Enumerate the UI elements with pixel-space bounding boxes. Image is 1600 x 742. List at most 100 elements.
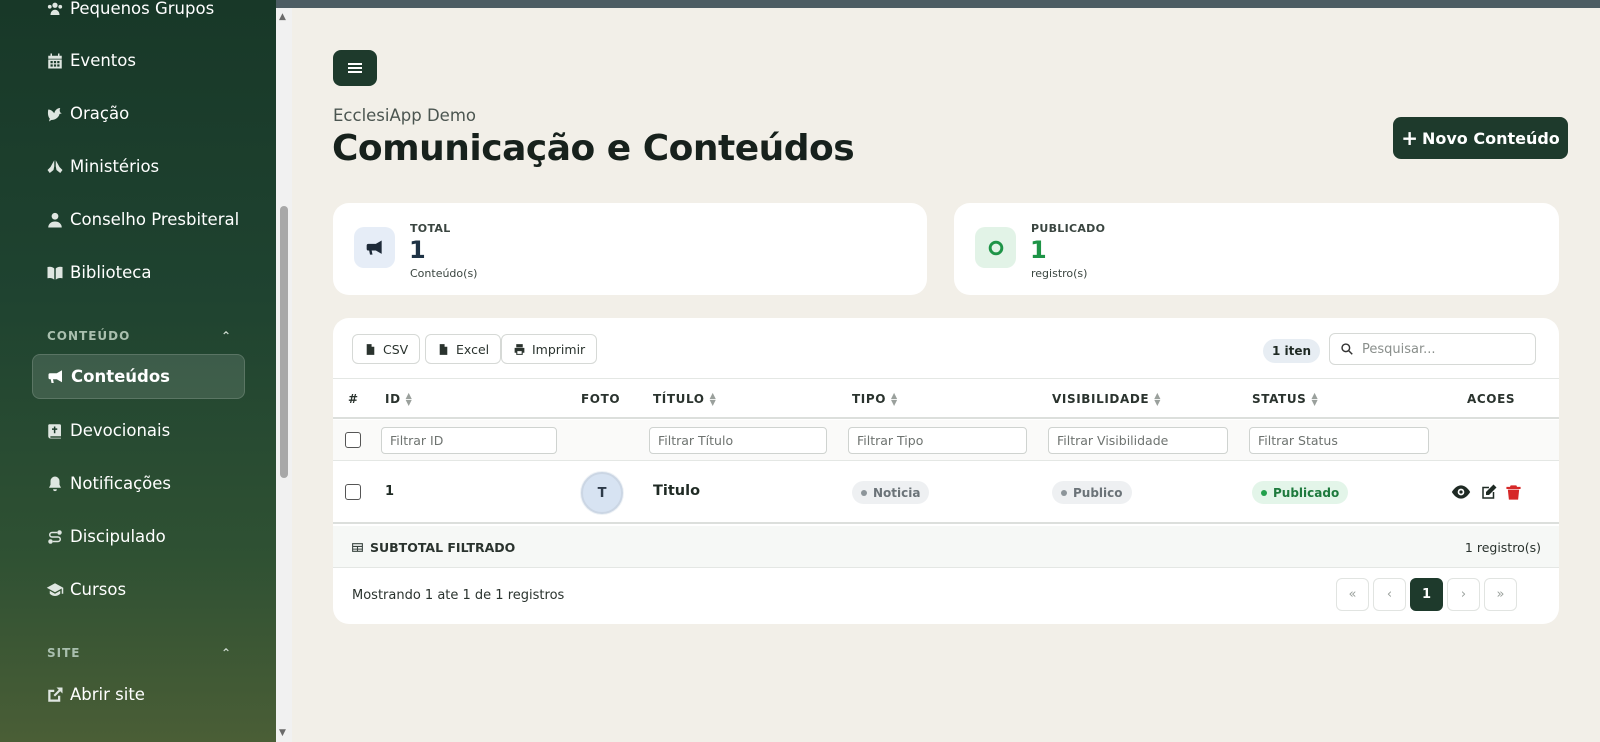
sort-icon: ▲ ▼ [1311,391,1319,407]
filter-tipo-input[interactable] [848,427,1027,454]
sidebar-item-notificacoes[interactable]: Notificações [32,461,245,506]
table-row[interactable]: 1 T Titulo Noticia Publico Publicado [333,462,1559,524]
sidebar-item-label: Discipulado [70,527,166,546]
sidebar-item-label: Notificações [70,474,171,493]
delete-trash-icon[interactable] [1503,482,1523,502]
print-button[interactable]: Imprimir [501,334,598,364]
sort-icon: ▲ ▼ [891,391,898,407]
stat-card-total: TOTAL 1 Conteúdo(s) [333,203,927,295]
column-header-titulo[interactable]: TÍTULO ▲ ▼ [653,392,716,407]
scroll-up-arrow-icon[interactable]: ▲ [279,12,286,22]
select-all-checkbox[interactable] [345,432,361,448]
sidebar-item-discipulado[interactable]: Discipulado [32,514,245,559]
bible-icon [32,420,64,442]
dove-icon [32,103,64,125]
sidebar-item-oracao[interactable]: Oração [32,91,245,136]
main-content: EcclesiApp Demo Comunicação e Conteúdos … [292,8,1600,742]
menu-toggle-button[interactable] [333,50,377,86]
search-input[interactable] [1362,341,1522,357]
sidebar-item-eventos[interactable]: Eventos [32,38,245,83]
stat-sub: registro(s) [1031,267,1088,280]
new-content-button[interactable]: + Novo Conteúdo [1393,117,1568,159]
org-name: EcclesiApp Demo [333,106,476,125]
file-csv-icon [366,343,375,355]
graduation-cap-icon [32,579,64,601]
pagination-next-button[interactable]: › [1447,578,1480,611]
stat-label: TOTAL [410,222,451,235]
sidebar-item-label: Biblioteca [70,263,152,282]
sidebar-item-label: Pequenos Grupos [70,0,215,18]
search-box[interactable] [1329,333,1536,365]
calendar-icon [32,50,64,72]
sidebar-item-label: Ministérios [70,157,160,176]
export-csv-button[interactable]: CSV [352,334,421,364]
column-header-tipo[interactable]: TIPO ▲ ▼ [852,391,898,407]
sidebar-section-site[interactable]: SITE ⌃ [47,646,232,660]
section-label: SITE [47,646,81,660]
hands-praying-icon [32,156,64,178]
view-eye-icon[interactable] [1451,482,1471,502]
sidebar-section-conteudo[interactable]: CONTEÚDO ⌃ [47,329,232,343]
filter-status-input[interactable] [1249,427,1429,454]
sidebar-item-conselho[interactable]: Conselho Presbiteral [32,197,245,242]
scrollbar-thumb[interactable] [280,206,288,478]
stat-sub: Conteúdo(s) [410,267,478,280]
status-badge: Publicado [1252,481,1349,504]
sidebar-item-label: Abrir site [70,685,145,704]
people-group-icon [32,0,64,20]
sidebar-item-pequenos-grupos[interactable]: Pequenos Grupos [32,0,245,31]
pagination-last-button[interactable]: » [1484,578,1517,611]
sidebar-item-ministerios[interactable]: Ministérios [32,144,245,189]
pagination-prev-button[interactable]: ‹ [1373,578,1406,611]
column-header-id[interactable]: ID ▲ ▼ [385,391,413,407]
sidebar-item-conteudos[interactable]: Conteúdos [32,354,245,399]
content-table-panel: CSV Excel Imprimir 1 iten # ID▲▼ FOTO TÍ… [333,318,1559,624]
section-label: CONTEÚDO [47,329,131,343]
file-excel-icon [439,343,448,355]
edit-icon[interactable] [1479,482,1499,502]
sort-icon: ▲ ▼ [1154,391,1161,407]
pagination-page-1-button[interactable]: 1 [1410,578,1443,611]
row-checkbox[interactable] [345,484,361,500]
sidebar-scrollbar[interactable]: ▲ ▼ [276,8,292,742]
subtotal-value: 1 registro(s) [1464,540,1541,555]
type-badge: Noticia [852,481,930,504]
sort-icon: ▲ ▼ [405,391,413,407]
scroll-down-arrow-icon[interactable]: ▼ [279,728,286,738]
visibility-badge: Publico [1052,481,1132,504]
printer-icon [514,343,525,355]
export-excel-button[interactable]: Excel [425,334,502,364]
external-link-icon [32,684,64,706]
filter-id-input[interactable] [381,427,557,454]
column-header-visibilidade[interactable]: VISIBILIDADE ▲ ▼ [1052,391,1161,407]
chevron-up-icon: ⌃ [220,329,232,343]
hamburger-icon [348,61,362,75]
user-tie-icon [32,209,64,231]
pagination-first-button[interactable]: « [1336,578,1369,611]
export-excel-label: Excel [456,341,490,357]
circle-dot-icon [975,227,1016,268]
sidebar-item-biblioteca[interactable]: Biblioteca [32,250,245,295]
sidebar-item-label: Devocionais [70,421,171,440]
plus-icon: + [1401,126,1418,150]
sidebar-item-label: Conteúdos [71,367,170,386]
filter-visibilidade-input[interactable] [1048,427,1228,454]
route-icon [32,526,64,548]
subtotal-row: SUBTOTAL FILTRADO 1 registro(s) [333,526,1559,568]
sidebar-item-cursos[interactable]: Cursos [32,567,245,612]
page-title: Comunicação e Conteúdos [332,128,855,169]
sidebar-item-abrir-site[interactable]: Abrir site [32,672,245,717]
sidebar-item-label: Conselho Presbiteral [70,210,240,229]
column-header-foto: FOTO [581,392,621,406]
row-titulo[interactable]: Titulo [653,483,700,499]
chevron-up-icon: ⌃ [220,646,232,660]
stat-value: 1 [409,236,426,264]
stat-card-published: PUBLICADO 1 registro(s) [954,203,1559,295]
column-header-status[interactable]: STATUS ▲ ▼ [1252,391,1319,407]
subtotal-label: SUBTOTAL FILTRADO [370,540,516,555]
table-header: # ID ▲ ▼ FOTO TÍTULO ▲ ▼ TIPO ▲ ▼ VISIBILIDADE… [333,378,1559,419]
filter-titulo-input[interactable] [649,427,827,454]
sidebar: Pequenos Grupos Eventos Oração Ministéri… [0,0,276,742]
sidebar-item-devocionais[interactable]: Devocionais [32,408,245,453]
stat-value: 1 [1030,236,1047,264]
